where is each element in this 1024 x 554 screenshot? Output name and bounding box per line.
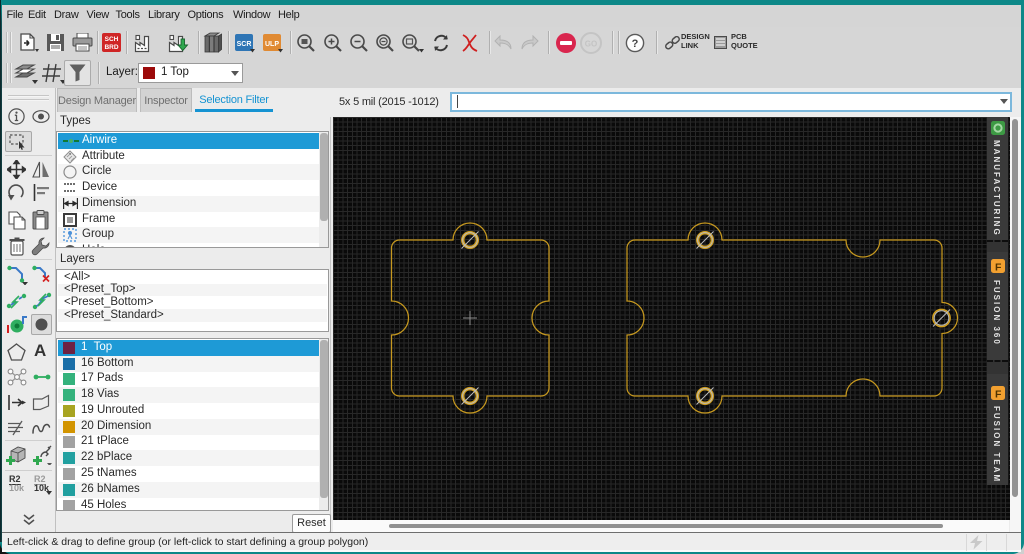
svg-text:SCR: SCR <box>237 41 252 48</box>
svg-text:F: F <box>995 389 1002 401</box>
svg-text:F: F <box>995 262 1002 274</box>
svg-text:GO: GO <box>585 40 597 49</box>
svg-text:?: ? <box>632 38 639 50</box>
svg-text:ULP: ULP <box>265 41 279 48</box>
svg-text:SCH: SCH <box>105 36 119 43</box>
svg-text:BRD: BRD <box>104 44 118 51</box>
